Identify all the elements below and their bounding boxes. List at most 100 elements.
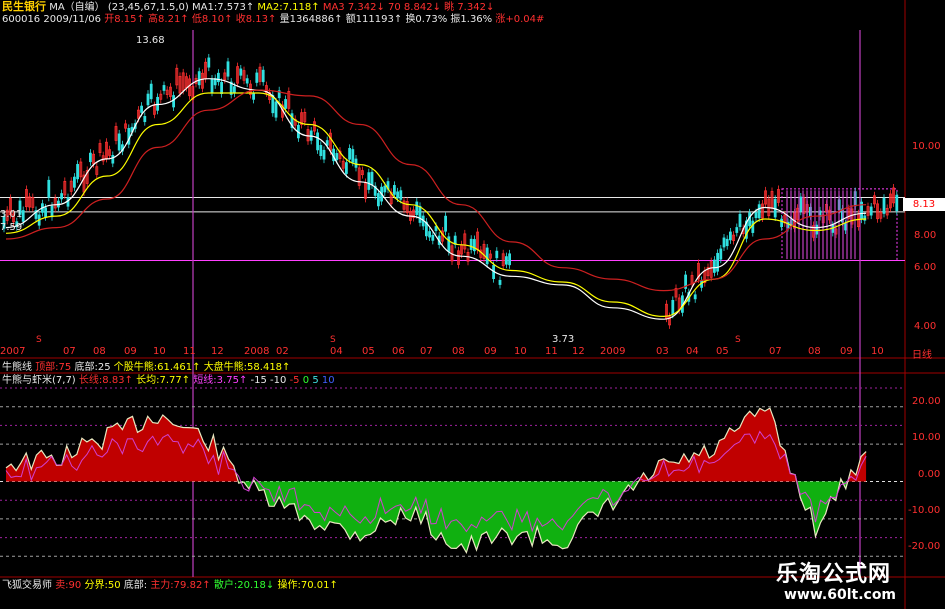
time-tick: 09 [840,346,853,357]
candle-body [415,201,419,215]
time-tick: 09 [124,346,137,357]
candle-body [719,248,723,260]
candle-body [376,193,380,207]
bottom-level: 底部:25 [74,362,111,373]
bottom-indicator-name[interactable]: 飞狐交易师 [2,580,52,591]
candle-body [895,194,899,212]
header-line: 民生银行 MA（自编） (23,45,67,1.5,0) MA1:7.573↑ … [2,1,494,14]
candle-body [392,185,396,195]
time-tick: 04 [686,346,699,357]
time-tick: 04 [330,346,343,357]
candle-body [444,215,448,232]
candle-body [335,153,339,161]
candle-body [729,231,732,241]
level-value: 5 [312,375,319,386]
candle-body [47,179,51,198]
open-price: 开8.15↑ [104,14,145,25]
candle-body [472,239,476,252]
candle-body [716,252,719,272]
candle-body [738,213,742,227]
candle-body [274,101,278,118]
candle-body [396,191,400,199]
zone-stripe [854,190,856,260]
candle-body [76,164,79,180]
indicator-title-2: 牛熊与虾米(7,7) 长线:8.83↑ 长均:7.77↑ 短线:3.75↑ -1… [2,375,335,387]
candle-body [815,224,819,235]
zone-stripe [826,190,828,260]
candle-body [197,71,201,86]
watermark-title: 乐淘公式网 [776,562,892,587]
time-tick: 10 [153,346,166,357]
quote-line: 600016 2009/11/06 开8.15↑ 高8.21↑ 低8.10↑ 收… [2,14,544,26]
top-level: 顶部:75 [35,362,72,373]
candle-body [722,237,726,248]
candle-body [207,57,211,68]
stock-name[interactable]: 民生银行 [2,0,46,13]
candle-body [780,218,783,228]
time-tick: 10 [514,346,527,357]
osc-tick: 0.00 [918,469,941,480]
time-tick: 10 [871,346,884,357]
ma-params: (23,45,67,1.5,0) [107,2,189,13]
quote-date: 2009/11/06 [43,14,102,25]
oscillator-series [5,407,867,554]
ma1-value: MA1:7.573↑ [192,2,255,13]
candle-body [232,86,236,94]
price-tick: 8.00 [914,230,937,241]
indicator-name-1[interactable]: 牛熊线 [2,362,32,373]
ma-extra1: 70 8.842↓ [388,2,441,13]
level-value: -15 [250,375,267,386]
watermark-url: www.60lt.com [784,587,897,603]
time-tick: 09 [484,346,497,357]
candle-body [117,133,121,151]
osc-tick: 20.00 [912,396,941,407]
time-tick: 2009 [600,346,626,357]
amplitude: 振1.36% [450,14,493,25]
long-line-value: 长线:8.83↑ [78,375,133,386]
zone-stripe [846,190,848,260]
bottom-indicator-bar: 飞狐交易师 卖:90 分界:50 底部: 主力:79.82↑ 散户:20.18↓… [2,580,338,592]
candle-body [21,210,25,222]
moving-average-lines [5,78,867,320]
candle-body [226,61,230,77]
main-force: 主力:79.82↑ [150,580,211,591]
signal-flag: S [735,335,741,345]
time-tick: 2007 [0,346,26,357]
candle-body [210,78,214,93]
candle-body [143,116,147,123]
level-value: -10 [270,375,287,386]
time-tick: 08 [452,346,465,357]
boundary-value: 分界:50 [84,580,121,591]
zone-stripe [850,190,852,260]
zone-stripe [814,190,816,260]
candle-body [140,105,144,113]
candle-body [354,158,358,168]
left-level-1: 3.01 [0,209,23,220]
candle-body [367,172,371,190]
stock-code: 600016 [2,14,41,25]
left-level-2: 7.59 [0,222,23,233]
ma2-value: MA2:7.118↑ [257,2,320,13]
indicator-name-2[interactable]: 牛熊与虾米(7,7) [2,375,76,386]
zone-stripe [834,190,836,260]
zone-stripe [786,190,788,260]
period-label[interactable]: 日线 [912,346,932,361]
trough-label: 3.73 [552,334,575,345]
candle-body [713,259,716,273]
candle-body [383,185,387,193]
candle-body [725,238,729,247]
time-tick: 08 [93,346,106,357]
candle-body [504,256,508,265]
time-tick: 12 [572,346,585,357]
candle-body [344,162,348,174]
candle-body [754,212,758,219]
candle-body [469,238,473,250]
candle-body [434,226,438,231]
candle-body [869,206,873,216]
time-tick: 07 [420,346,433,357]
candle-body [428,231,432,238]
current-price-tag: 8.13 [903,198,945,211]
kline-chart[interactable] [0,0,945,609]
time-tick: 07 [63,346,76,357]
candle-body [508,253,512,266]
